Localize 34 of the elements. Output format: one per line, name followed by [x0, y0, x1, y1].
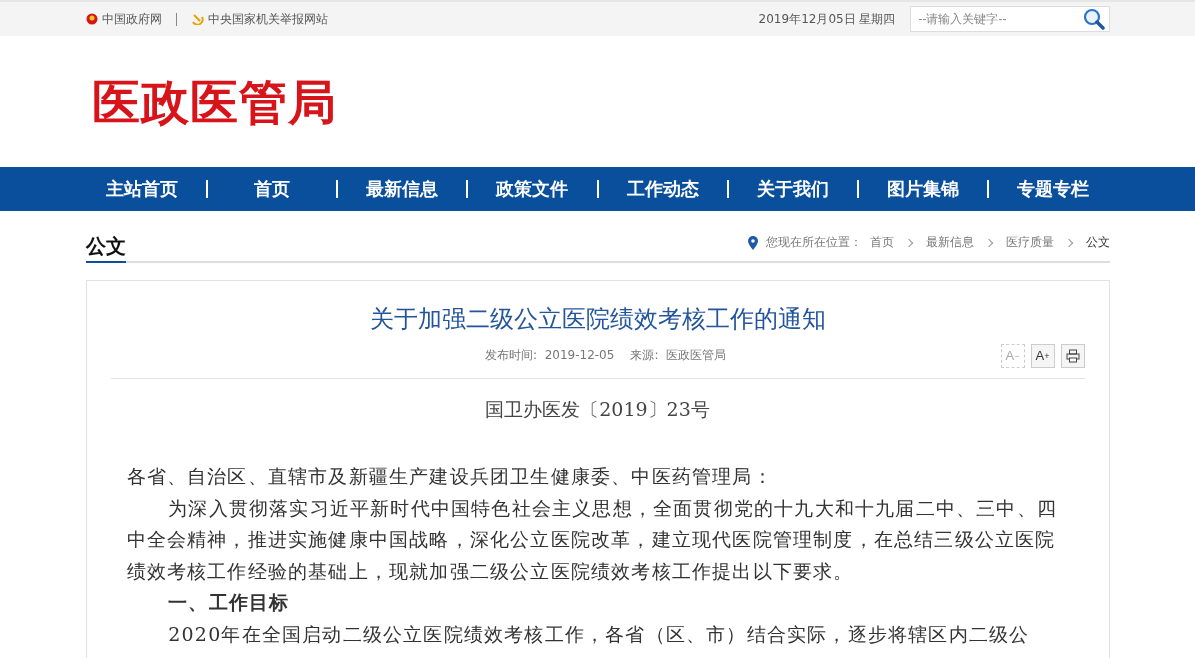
hammer-sickle-icon	[190, 13, 204, 25]
search-icon[interactable]	[1082, 8, 1105, 30]
article-title: 关于加强二级公立医院绩效考核工作的通知	[368, 304, 827, 335]
breadcrumb-link[interactable]: 公文	[1085, 234, 1110, 251]
top-link[interactable]: 中国政府网	[85, 10, 162, 28]
printer-icon	[1065, 348, 1080, 363]
search-field[interactable]: --请输入关键字--	[909, 6, 1110, 32]
nav-item[interactable]: 专题专栏	[989, 177, 1118, 201]
body-paragraph: 为深入贯彻落实习近平新时代中国特色社会主义思想，全面贯彻党的十九大和十九届二中、三中、四中全会精神，推进实施健康中国战略，深化公立医院改革，建立现代医院管理制度，在总结三级公立医院绩效考核工作经验的基础上，现就加强二级公立医院绩效考核工作提出以下要求。	[126, 495, 1059, 584]
site-title: 医政医管局	[90, 72, 337, 132]
breadcrumb-label: 您现在所在位置：	[765, 234, 862, 251]
section-title: 公文	[85, 233, 126, 263]
print-button[interactable]	[1060, 343, 1085, 368]
breadcrumb-link[interactable]: 医疗质量	[1005, 234, 1054, 251]
nav-item[interactable]: 首页	[207, 177, 336, 201]
emblem-icon	[85, 13, 98, 25]
meta-text: 发布时间: 2019-12-05	[484, 347, 615, 364]
nav-item[interactable]: 最新信息	[338, 177, 467, 201]
meta-text: 来源: 医政医管局	[630, 347, 727, 364]
font-size-button[interactable]: A$^{+}$	[1030, 343, 1055, 368]
nav-item[interactable]: 工作动态	[598, 177, 727, 201]
breadcrumb-link[interactable]: 最新信息	[925, 234, 974, 251]
date-text: 2019年12月05日 星期四	[758, 10, 896, 28]
location-pin-icon	[747, 235, 758, 250]
nav-item[interactable]: 关于我们	[728, 177, 857, 201]
section-heading: 一、工作目标	[167, 590, 291, 615]
document-number: 国卫办医发〔2019〕23号	[484, 397, 711, 422]
nav-item[interactable]: 图片集锦	[859, 177, 988, 201]
nav-item[interactable]: 主站首页	[77, 177, 206, 201]
top-link[interactable]: 中央国家机关举报网站	[190, 10, 328, 28]
salutation-text: 各省、自治区、直辖市及新疆生产建设兵团卫生健康委、中医药管理局：	[126, 464, 774, 489]
nav-item[interactable]: 政策文件	[468, 177, 597, 201]
breadcrumb-link[interactable]: 首页	[869, 234, 894, 251]
body-paragraph: 2020年在全国启动二级公立医院绩效考核工作，各省（区、市）结合实际，逐步将辖区内二级公	[167, 621, 1031, 647]
